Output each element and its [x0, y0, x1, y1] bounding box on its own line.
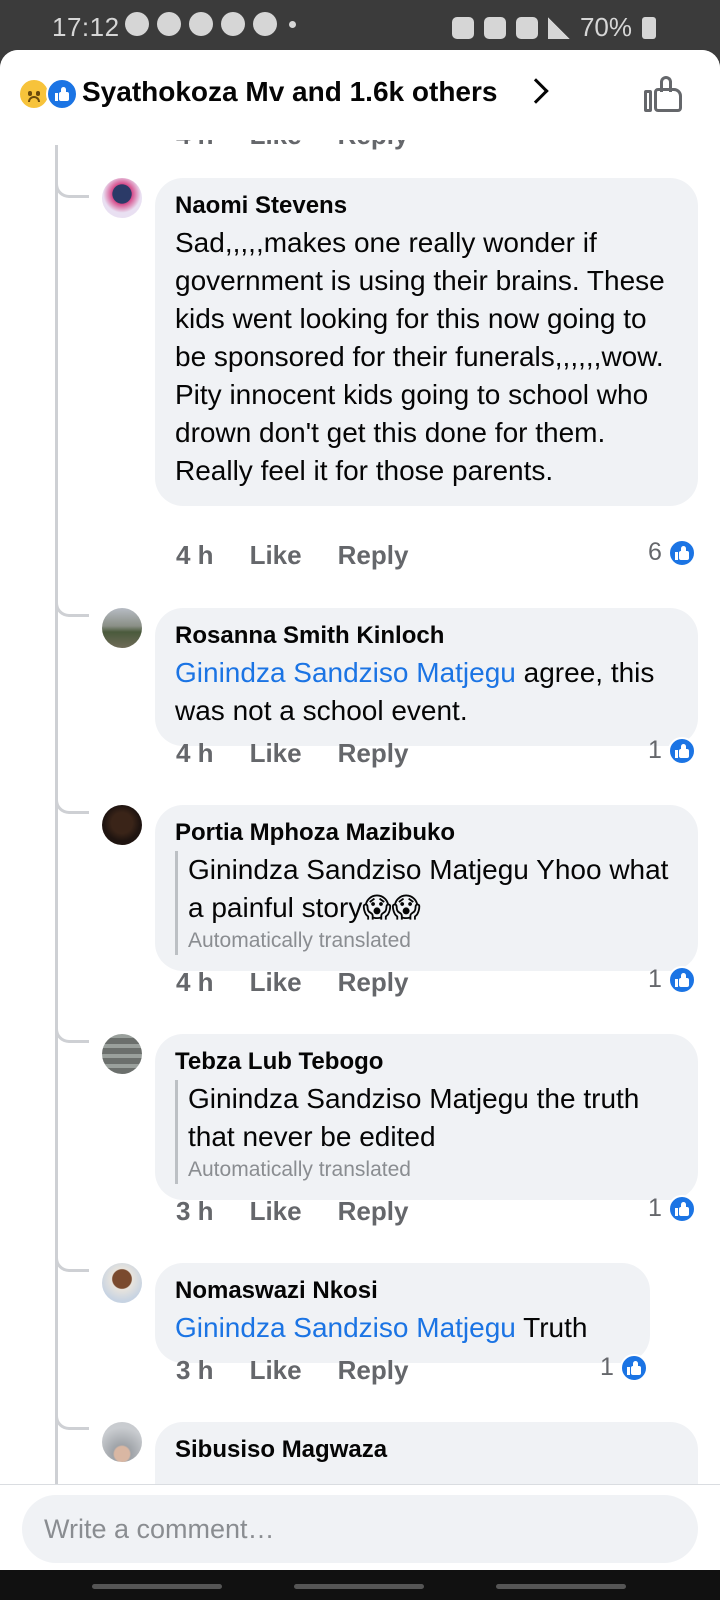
comment-author[interactable]: Portia Mphoza Mazibuko [175, 819, 678, 847]
thread-branch [55, 176, 89, 198]
comment-text: Ginindza Sandziso Matjegu Yhoo what a pa… [188, 854, 669, 923]
comment-actions: 3 h Like Reply [176, 1196, 408, 1227]
like-reaction-icon [46, 78, 78, 110]
chevron-right-icon[interactable] [523, 78, 549, 104]
reply-button[interactable]: Reply [338, 1355, 409, 1386]
translated-block: Ginindza Sandziso Matjegu the truth that… [175, 1080, 678, 1184]
comment-author[interactable]: Tebza Lub Tebogo [175, 1048, 678, 1076]
like-reaction-icon [667, 736, 696, 765]
comment-bubble: Naomi Stevens Sad,,,,,makes one really w… [155, 178, 698, 506]
thread-branch [55, 1408, 89, 1430]
lock-icon [451, 16, 474, 39]
comment-author[interactable]: Sibusiso Magwaza [175, 1436, 678, 1464]
sync-icon [189, 12, 213, 36]
thread-branch [55, 595, 89, 617]
mention-link[interactable]: Ginindza Sandziso Matjegu [175, 1312, 516, 1343]
alarm-icon [483, 16, 506, 39]
nav-back-handle[interactable] [496, 1584, 626, 1589]
comment-author[interactable]: Naomi Stevens [175, 192, 678, 220]
battery-icon [642, 16, 656, 39]
nav-recents-handle[interactable] [92, 1584, 222, 1589]
translated-note[interactable]: Automatically translated [188, 1156, 678, 1184]
reaction-count[interactable]: 1 [648, 736, 696, 765]
like-outline-icon[interactable] [644, 76, 684, 114]
comment-time: 4 h [176, 738, 214, 768]
reply-button[interactable]: Reply [338, 967, 409, 998]
comment-composer [0, 1484, 720, 1570]
comment-text: Ginindza Sandziso Matjegu agree, this wa… [175, 657, 655, 726]
reply-button[interactable]: Reply [338, 738, 409, 769]
reactions-header[interactable]: Syathokoza Mv and 1.6k others [0, 50, 720, 140]
reply-button[interactable]: Reply [338, 540, 409, 571]
comment-text: Ginindza Sandziso Matjegu Truth [175, 1312, 588, 1343]
thread-line [55, 145, 58, 1486]
reaction-icons [18, 78, 78, 112]
reactions-summary[interactable]: Syathokoza Mv and 1.6k others [82, 76, 497, 108]
avatar[interactable] [102, 178, 142, 218]
avatar[interactable] [102, 608, 142, 648]
avatar[interactable] [102, 805, 142, 845]
like-button[interactable]: Like [250, 738, 302, 769]
status-time: 17:12 [52, 12, 120, 42]
thread-branch [55, 792, 89, 814]
avatar[interactable] [102, 1263, 142, 1303]
translated-block: Ginindza Sandziso Matjegu Yhoo what a pa… [175, 851, 678, 955]
like-button[interactable]: Like [250, 540, 302, 571]
avatar[interactable] [102, 1034, 142, 1074]
mention-link[interactable]: Ginindza Sandziso Matjegu [175, 657, 516, 688]
person-icon [221, 12, 245, 36]
comment-bubble: Nomaswazi Nkosi Ginindza Sandziso Matjeg… [155, 1263, 650, 1363]
comment-actions: 4 h Like Reply [176, 967, 408, 998]
notification-icons [125, 12, 296, 36]
reaction-count[interactable]: 1 [648, 1194, 696, 1223]
comment-author[interactable]: Nomaswazi Nkosi [175, 1277, 630, 1305]
comment-time: 4 h [176, 967, 214, 997]
like-reaction-icon [667, 965, 696, 994]
comment-actions: 4 h Like Reply [176, 738, 408, 769]
wifi-icon [515, 16, 538, 39]
like-reaction-icon [619, 1353, 648, 1382]
system-nav-bar [0, 1570, 720, 1600]
nav-home-handle[interactable] [294, 1584, 424, 1589]
comment-time: 3 h [176, 1355, 214, 1385]
notification-icon [125, 12, 149, 36]
system-icons: 70% [451, 12, 656, 43]
reaction-count[interactable]: 1 [600, 1353, 648, 1382]
translated-note[interactable]: Automatically translated [188, 927, 678, 955]
like-button[interactable]: Like [250, 1196, 302, 1227]
comments-sheet: Syathokoza Mv and 1.6k others 4 h Like R… [0, 50, 720, 1486]
comment-time: 3 h [176, 1196, 214, 1226]
like-button[interactable]: Like [250, 967, 302, 998]
comment-text: Ginindza Sandziso Matjegu the truth that… [188, 1083, 640, 1152]
comment-time: 4 h [176, 540, 214, 570]
comment-actions: 3 h Like Reply [176, 1355, 408, 1386]
comment-text: Sad,,,,,makes one really wonder if gover… [175, 227, 665, 486]
like-reaction-icon [667, 1194, 696, 1223]
comment-bubble: Rosanna Smith Kinloch Ginindza Sandziso … [155, 608, 698, 746]
thread-branch [55, 1250, 89, 1272]
more-dot-icon [289, 20, 296, 28]
comment-input[interactable] [22, 1495, 698, 1563]
comment-bubble: Sibusiso Magwaza [155, 1422, 698, 1486]
battery-level: 70% [579, 12, 632, 42]
reaction-count[interactable]: 1 [648, 965, 696, 994]
like-reaction-icon [667, 538, 696, 567]
avatar[interactable] [102, 1422, 142, 1462]
comment-bubble: Portia Mphoza Mazibuko Ginindza Sandziso… [155, 805, 698, 971]
reply-button[interactable]: Reply [338, 1196, 409, 1227]
status-bar: 17:12 70% [0, 0, 720, 52]
signal-icon [547, 16, 570, 39]
comment-author[interactable]: Rosanna Smith Kinloch [175, 622, 678, 650]
reaction-count[interactable]: 6 [648, 538, 696, 567]
comment-bubble: Tebza Lub Tebogo Ginindza Sandziso Matje… [155, 1034, 698, 1200]
thread-branch [55, 1021, 89, 1043]
sync-icon [157, 12, 181, 36]
like-button[interactable]: Like [250, 1355, 302, 1386]
comment-actions: 4 h Like Reply [176, 540, 408, 571]
gmail-icon [253, 12, 277, 36]
